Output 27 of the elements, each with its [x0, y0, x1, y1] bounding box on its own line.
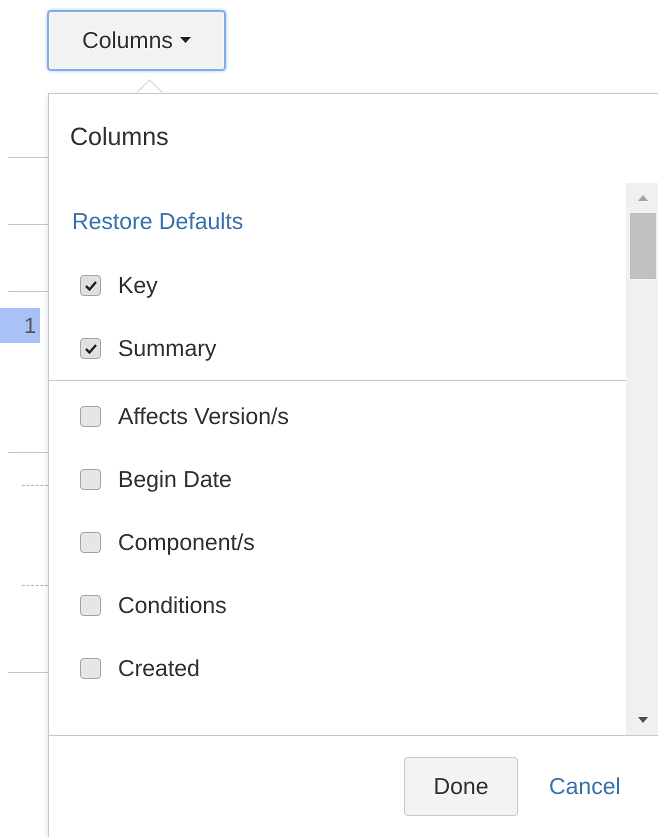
- checkbox[interactable]: [80, 338, 101, 359]
- checkmark-icon: [84, 280, 96, 290]
- column-option[interactable]: Summary: [49, 317, 626, 380]
- done-button[interactable]: Done: [404, 756, 518, 816]
- column-option[interactable]: Affects Version/s: [49, 385, 626, 448]
- column-option[interactable]: Key: [49, 254, 626, 317]
- scrollbar[interactable]: [626, 183, 658, 735]
- restore-defaults-link[interactable]: Restore Defaults: [72, 208, 626, 254]
- caret-icon: [180, 37, 191, 44]
- scroll-up-icon[interactable]: [638, 195, 648, 201]
- row-number-badge: 1: [0, 308, 40, 343]
- column-option[interactable]: Conditions: [49, 574, 626, 637]
- popup-title: Columns: [69, 122, 170, 153]
- scroll-thumb[interactable]: [630, 213, 656, 279]
- checkbox[interactable]: [80, 658, 101, 679]
- column-option[interactable]: Component/s: [49, 511, 626, 574]
- checkbox[interactable]: [80, 406, 101, 427]
- checkbox[interactable]: [80, 532, 101, 553]
- column-option[interactable]: Begin Date: [49, 448, 626, 511]
- checkbox[interactable]: [80, 469, 101, 490]
- scroll-down-icon[interactable]: [638, 717, 648, 723]
- columns-dropdown-button[interactable]: Columns: [47, 10, 226, 71]
- column-option[interactable]: Created: [49, 637, 626, 700]
- cancel-link[interactable]: Cancel: [549, 772, 621, 800]
- checkbox[interactable]: [80, 595, 101, 616]
- checkmark-icon: [84, 344, 96, 354]
- checkbox[interactable]: [80, 275, 101, 296]
